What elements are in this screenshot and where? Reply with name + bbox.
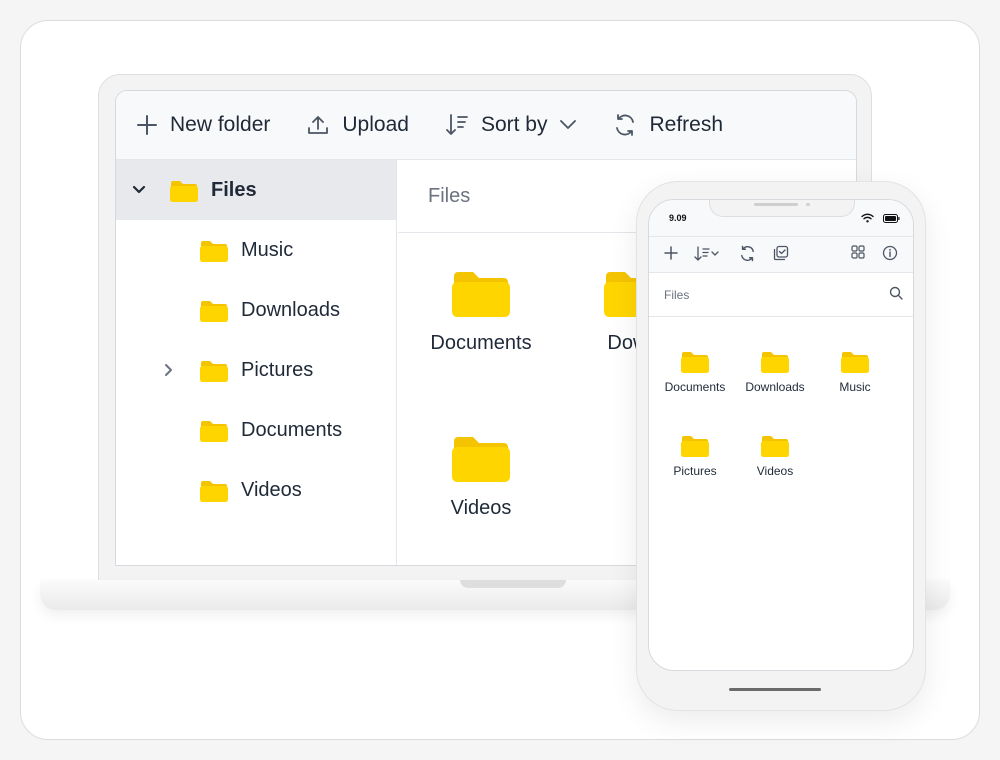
status-time: 9.09 [669,213,687,223]
chevron-down-icon [560,120,577,129]
mobile-folder-tile-music[interactable]: Music [815,350,895,394]
folder-tile-label: Pictures [673,464,717,478]
tree-item-videos[interactable]: Videos [116,460,396,520]
tree-item-files[interactable]: Files [116,160,396,220]
tree-item-downloads[interactable]: Downloads [116,280,396,340]
folder-icon [452,437,510,482]
folder-tile-documents[interactable]: Documents [406,270,556,355]
folder-icon [170,181,198,202]
folder-icon [681,436,709,457]
tree-item-pictures[interactable]: Pictures [116,340,396,400]
refresh-icon [616,114,635,136]
folder-icon [200,481,228,502]
folder-icon [452,272,510,317]
sort-icon [446,114,468,135]
folder-tile-videos[interactable]: Videos [406,435,556,520]
tree-item-label: Music [241,238,294,261]
speaker-bar [754,203,798,206]
new-folder-button[interactable]: New folder [136,105,270,145]
info-icon [882,245,898,261]
sort-by-button[interactable]: Sort by [445,105,578,145]
new-folder-label: New folder [170,113,271,136]
folder-icon [200,301,228,322]
grid-icon [851,245,865,259]
mobile-folder-tile-downloads[interactable]: Downloads [735,350,815,394]
mobile-folder-tile-pictures[interactable]: Pictures [655,434,735,478]
tree-item-label: Pictures [241,358,314,381]
sort-icon [694,246,719,261]
upload-label: Upload [342,113,409,136]
tree-item-music[interactable]: Music [116,220,396,280]
select-button[interactable] [773,245,789,261]
laptop-notch [460,580,566,588]
folder-tile-label: Documents [664,380,726,394]
select-icon [773,245,789,261]
desktop-toolbar: New folder Upload Sort by Refresh [116,91,856,160]
search-placeholder: Files [664,288,690,302]
view-toggle-button[interactable] [851,245,865,259]
chevron-right-icon[interactable] [164,363,174,377]
refresh-label: Refresh [649,113,724,136]
folder-icon [200,421,228,442]
phone-notch [709,200,855,217]
mobile-search-bar[interactable]: Files [649,273,913,317]
folder-tile-label: Downloads [745,380,805,394]
plus-icon [664,246,678,260]
refresh-button[interactable] [739,245,756,262]
sort-by-button[interactable] [694,245,722,263]
plus-icon [137,115,157,135]
mobile-file-manager: 9.09 Files Documents Downloads Music Pic… [648,199,914,671]
info-button[interactable] [882,245,898,261]
folder-icon [761,436,789,457]
tree-item-label: Documents [241,418,343,441]
refresh-icon [741,245,754,262]
folder-icon [841,352,869,373]
folder-tile-label: Documents [430,332,532,354]
sort-by-label: Sort by [480,113,548,136]
folder-tile-label: Videos [756,464,794,478]
new-folder-button[interactable] [663,245,679,261]
camera-dot [806,203,810,206]
folder-icon [761,352,789,373]
home-indicator [729,688,821,691]
folder-icon [200,361,228,382]
tree-item-documents[interactable]: Documents [116,400,396,460]
folder-tree: Files Music Downloads Pictures Documents… [116,160,397,565]
mobile-toolbar [649,236,913,273]
search-icon[interactable] [889,286,903,300]
refresh-button[interactable]: Refresh [613,105,723,145]
battery-icon [883,214,900,223]
mobile-folder-tile-videos[interactable]: Videos [735,434,815,478]
tree-item-label: Videos [241,478,302,501]
folder-tile-label: Music [839,380,871,394]
tree-item-label: Files [211,178,257,201]
upload-icon [308,116,329,134]
upload-button[interactable]: Upload [306,105,409,145]
tree-item-label: Downloads [241,298,340,321]
folder-tile-label: Videos [450,497,512,519]
folder-icon [681,352,709,373]
chevron-down-icon[interactable] [132,185,146,195]
folder-icon [200,241,228,262]
mobile-folder-tile-documents[interactable]: Documents [655,350,735,394]
wifi-icon [861,213,874,223]
